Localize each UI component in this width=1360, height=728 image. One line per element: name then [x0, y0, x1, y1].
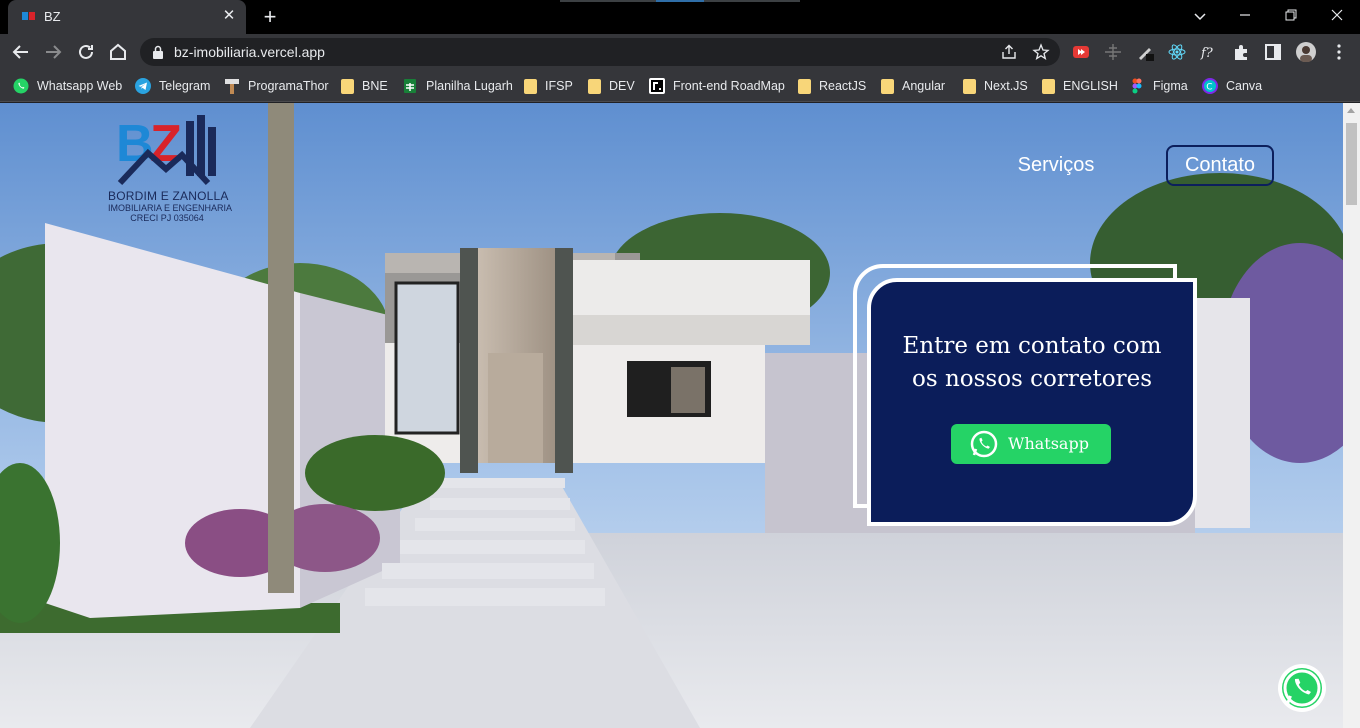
- bookmark-label: Whatsapp Web: [37, 79, 123, 93]
- whatsapp-icon: [970, 430, 998, 458]
- bz-logo-mark: B Z: [116, 115, 216, 186]
- logo-creci: CRECI PJ 035064: [130, 213, 204, 223]
- bookmark-label: ReactJS: [819, 79, 867, 93]
- side-panel-icon[interactable]: [1264, 43, 1282, 61]
- folder-icon: [798, 78, 811, 94]
- bookmark-label: Angular: [902, 79, 946, 93]
- tab-title: BZ: [44, 9, 61, 24]
- bookmark-star-icon[interactable]: [1032, 43, 1050, 61]
- bookmark-dev[interactable]: DEV: [588, 76, 635, 96]
- back-arrow-icon[interactable]: [8, 39, 34, 65]
- bookmark-canva[interactable]: C Canva: [1202, 76, 1262, 96]
- share-icon[interactable]: [1000, 43, 1018, 61]
- video-extension-icon[interactable]: [1072, 43, 1090, 61]
- svg-text:f?: f?: [1200, 46, 1214, 61]
- contact-card: Entre em contato com os nossos corretore…: [867, 278, 1197, 526]
- bookmark-programathor[interactable]: ProgramaThor: [224, 76, 329, 96]
- profile-avatar-icon[interactable]: [1296, 42, 1316, 62]
- whatsapp-contact-button[interactable]: Whatsapp: [951, 424, 1111, 464]
- close-window-icon[interactable]: [1314, 0, 1360, 30]
- bookmark-label: Front-end RoadMap: [673, 79, 785, 93]
- bookmark-angular[interactable]: Angular: [881, 76, 945, 96]
- folder-icon: [588, 78, 601, 94]
- ruler-extension-icon[interactable]: [1104, 43, 1122, 61]
- tab-active[interactable]: BZ ✕: [8, 0, 246, 34]
- nav-link-contato[interactable]: Contato: [1166, 145, 1274, 186]
- bookmark-label: ENGLISH: [1063, 79, 1118, 93]
- bookmark-whatsapp-web[interactable]: Whatsapp Web: [13, 76, 122, 96]
- site-favicon-icon: [22, 12, 35, 20]
- bookmark-label: BNE: [362, 79, 388, 93]
- tab-strip: BZ ✕ +: [0, 0, 1360, 34]
- scrollbar-thumb[interactable]: [1346, 123, 1357, 205]
- page-scrollbar[interactable]: [1343, 103, 1360, 728]
- bookmark-label: Figma: [1153, 79, 1188, 93]
- bookmark-bne[interactable]: BNE: [341, 76, 388, 96]
- folder-icon: [963, 78, 976, 94]
- bookmark-label: Next.JS: [984, 79, 1028, 93]
- contact-card-heading: Entre em contato com os nossos corretore…: [871, 330, 1193, 396]
- new-tab-button[interactable]: +: [258, 5, 282, 29]
- hammer-icon: [225, 79, 239, 94]
- svg-text:Z: Z: [150, 115, 182, 173]
- chevron-down-icon[interactable]: [1188, 5, 1212, 27]
- home-icon[interactable]: [105, 39, 131, 65]
- contact-heading-line2: os nossos corretores: [911, 366, 1153, 392]
- minimize-icon[interactable]: [1222, 0, 1268, 30]
- url-text[interactable]: bz-imobiliaria.vercel.app: [174, 44, 325, 60]
- tab-loading-strip: [560, 0, 800, 2]
- font-extension-icon[interactable]: f?: [1200, 43, 1218, 61]
- bookmark-planilha-lugarh[interactable]: Planilha Lugarh: [402, 76, 513, 96]
- scroll-up-icon[interactable]: [1347, 108, 1355, 113]
- address-bar[interactable]: bz-imobiliaria.vercel.app: [140, 38, 1060, 66]
- nav-link-servicos[interactable]: Serviços: [1006, 154, 1106, 182]
- floating-whatsapp-icon[interactable]: [1277, 663, 1327, 713]
- browser-toolbar: bz-imobiliaria.vercel.app f?: [0, 34, 1360, 70]
- bookmark-label: IFSP: [545, 79, 573, 93]
- bookmark-label: Telegram: [159, 79, 211, 93]
- lock-icon[interactable]: [152, 45, 164, 59]
- figma-icon: [1132, 78, 1142, 94]
- bookmark-ifsp[interactable]: IFSP: [524, 76, 573, 96]
- bookmark-label: Canva: [1226, 79, 1263, 93]
- folder-icon: [524, 78, 537, 94]
- svg-text:C: C: [1206, 83, 1212, 93]
- bookmark-telegram[interactable]: Telegram: [135, 76, 210, 96]
- logo-subtitle: IMOBILIARIA E ENGENHARIA: [108, 203, 233, 213]
- bookmark-reactjs[interactable]: ReactJS: [798, 76, 866, 96]
- pen-extension-icon[interactable]: [1136, 43, 1154, 61]
- whatsapp-icon: [13, 78, 29, 94]
- menu-kebab-icon[interactable]: [1330, 43, 1348, 61]
- sheets-icon: [404, 79, 416, 93]
- bookmark-label: Planilha Lugarh: [426, 79, 513, 93]
- forward-arrow-icon[interactable]: [40, 39, 66, 65]
- react-devtools-icon[interactable]: [1168, 43, 1186, 61]
- folder-icon: [881, 78, 894, 94]
- reload-icon[interactable]: [73, 39, 99, 65]
- extensions-puzzle-icon[interactable]: [1232, 43, 1250, 61]
- close-tab-icon[interactable]: ✕: [220, 7, 238, 25]
- folder-icon: [1042, 78, 1055, 94]
- bookmark-label: ProgramaThor: [248, 79, 329, 93]
- restore-icon[interactable]: [1268, 0, 1314, 30]
- site-logo[interactable]: B Z BORDIM E ZANOLLA IMOBILIARIA E ENGEN…: [108, 111, 233, 229]
- bookmark-figma[interactable]: Figma: [1129, 76, 1188, 96]
- bookmark-nextjs[interactable]: Next.JS: [963, 76, 1028, 96]
- page-viewport: B Z BORDIM E ZANOLLA IMOBILIARIA E ENGEN…: [0, 103, 1343, 728]
- whatsapp-button-label: Whatsapp: [1008, 434, 1089, 453]
- bookmark-english[interactable]: ENGLISH: [1042, 76, 1118, 96]
- canva-icon: C: [1202, 78, 1218, 94]
- bookmarks-bar: Whatsapp Web Telegram ProgramaThor BNE P…: [0, 70, 1360, 102]
- logo-company-name: BORDIM E ZANOLLA: [108, 189, 229, 203]
- folder-icon: [341, 78, 354, 94]
- roadmap-icon: [649, 78, 665, 94]
- bookmark-label: DEV: [609, 79, 635, 93]
- bookmark-frontend-roadmap[interactable]: Front-end RoadMap: [649, 76, 785, 96]
- contact-heading-line1: Entre em contato com: [902, 333, 1162, 359]
- telegram-icon: [135, 78, 151, 94]
